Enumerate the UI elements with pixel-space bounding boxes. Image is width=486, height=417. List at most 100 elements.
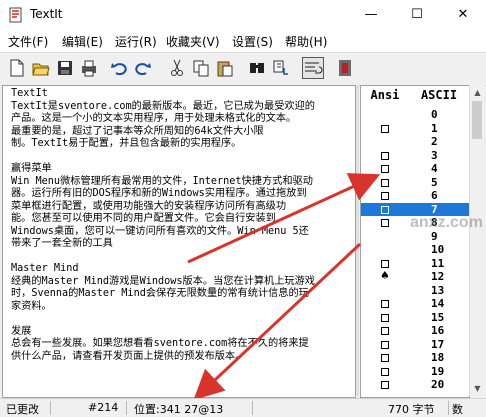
charmap-row[interactable]: 10 <box>361 243 469 256</box>
close-button[interactable]: ✕ <box>440 0 486 30</box>
editor-line[interactable]: Windows桌面，您可以一键访问所有喜欢的文件。Win Menu 5还 <box>11 226 351 239</box>
ansi-glyph-box-icon <box>381 259 389 268</box>
menu-help[interactable]: 帮助(H) <box>285 33 327 50</box>
editor-line[interactable]: TextIt <box>11 88 351 101</box>
title-bar: TextIt — ☐ ✕ <box>0 0 486 31</box>
editor-line[interactable]: 菜单框进行配置，或使用功能强大的安装程序访问所有高级功 <box>11 201 351 214</box>
charmap-row[interactable]: 6 <box>361 189 469 202</box>
charmap-row[interactable]: 0 <box>361 108 469 121</box>
new-file-icon[interactable] <box>8 59 26 77</box>
editor-line[interactable]: Master Mind <box>11 263 351 276</box>
ascii-code: 1 <box>431 121 438 135</box>
ascii-code: 0 <box>431 108 438 121</box>
charmap-row[interactable]: 2 <box>361 135 469 148</box>
copy-icon[interactable] <box>192 59 210 77</box>
editor-line[interactable]: 发展 <box>11 326 351 339</box>
status-position: 位置:341 27@13 <box>134 403 224 416</box>
ascii-code: 6 <box>431 189 438 202</box>
charmap-row[interactable]: 3 <box>361 149 469 162</box>
editor-line[interactable]: 经典的Master Mind游戏是Windows版本。当您在计算机上玩游戏 <box>11 276 351 289</box>
editor-line[interactable]: TextIt是sventore.com的最新版本。最近，它已成为最受欢迎的 <box>11 101 351 114</box>
charmap-row[interactable]: ♠ 12 <box>361 269 469 283</box>
cut-icon[interactable] <box>168 59 186 77</box>
ascii-code: 18 <box>431 351 445 364</box>
ansi-glyph-box-icon <box>381 340 389 349</box>
maximize-button[interactable]: ☐ <box>394 0 440 30</box>
ansi-glyph-box-icon <box>381 124 389 133</box>
menu-favorites[interactable]: 收藏夹(V) <box>166 33 220 50</box>
text-editor[interactable]: TextIt TextIt是sventore.com的最新版本。最近，它已成为最受… <box>2 85 356 398</box>
editor-line[interactable]: 供什么产品，请查看开发页面上提供的预发布版本。 <box>11 351 351 364</box>
ascii-column-header[interactable]: ASCII <box>411 88 467 104</box>
charmap-row[interactable]: 18 <box>361 351 469 364</box>
paste-icon[interactable] <box>216 59 234 77</box>
ascii-code: 3 <box>431 148 438 162</box>
ascii-code: 5 <box>431 175 438 189</box>
ansi-column-header[interactable]: Ansi <box>365 88 405 104</box>
ascii-code: 19 <box>431 364 445 378</box>
editor-line[interactable] <box>11 151 351 164</box>
charmap-row[interactable]: 4 <box>361 162 469 175</box>
character-map-panel[interactable]: Ansi ASCII 0 1 2 3 4 5 6 7 8 9 10 11 ♠ 12 13 14 15 16 17 18… <box>360 85 470 398</box>
editor-line[interactable]: 最重要的是，超过了记事本等众所周知的64k文件大小限 <box>11 126 351 139</box>
charmap-row[interactable]: 5 <box>361 176 469 189</box>
undo-icon[interactable] <box>110 59 128 77</box>
status-index: #214 <box>88 401 119 414</box>
print-icon[interactable] <box>80 59 98 77</box>
charmap-row[interactable]: 20 <box>361 378 469 391</box>
ansi-glyph-box-icon <box>381 381 389 389</box>
redo-icon[interactable] <box>134 59 152 77</box>
exit-icon[interactable] <box>336 59 354 77</box>
word-wrap-icon[interactable] <box>302 57 324 79</box>
ansi-glyph-box-icon <box>381 354 389 362</box>
ascii-code: 4 <box>431 162 438 175</box>
editor-line[interactable]: 家资料。 <box>11 301 351 314</box>
menu-settings[interactable]: 设置(S) <box>232 33 273 50</box>
replace-icon[interactable] <box>272 59 290 77</box>
editor-line[interactable]: 时，Svenna的Master Mind会保存无限数量的常有统计信息的玩 <box>11 288 351 301</box>
ascii-code: 10 <box>431 243 445 256</box>
character-map-scrollbar[interactable]: ▲ ▼ <box>469 85 485 396</box>
ansi-glyph-box-icon <box>381 313 389 322</box>
minimize-button[interactable]: — <box>348 0 394 30</box>
scroll-up-icon[interactable]: ▲ <box>470 85 485 100</box>
menu-bar: 文件(F) 编辑(E) 运行(R) 收藏夹(V) 设置(S) 帮助(H) <box>0 30 486 52</box>
find-icon[interactable] <box>248 59 266 77</box>
charmap-row[interactable]: 17 <box>361 338 469 351</box>
status-size: 770 字节 <box>388 403 435 416</box>
panel-splitter[interactable] <box>356 85 359 396</box>
editor-line[interactable]: 能。您甚至可以使用不同的用户配置文件。它会自行安装到 <box>11 213 351 226</box>
editor-line[interactable]: Win Menu微标管理所有最常用的文件，Internet快捷方式和驱动 <box>11 176 351 189</box>
editor-line[interactable]: 总会有一些发展。如果您想看看sventore.com将在不久的将来提 <box>11 338 351 351</box>
editor-content[interactable]: TextIt TextIt是sventore.com的最新版本。最近，它已成为最受… <box>11 88 351 363</box>
menu-run[interactable]: 运行(R) <box>115 33 157 50</box>
charmap-row[interactable]: 13 <box>361 284 469 297</box>
scroll-down-icon[interactable]: ▼ <box>470 381 485 396</box>
scrollbar-thumb[interactable] <box>472 101 482 139</box>
charmap-row[interactable]: 1 <box>361 122 469 135</box>
editor-line[interactable]: 产品。这是一个小的文本实用程序，用于处理未格式化的文本。 <box>11 113 351 126</box>
menu-edit[interactable]: 编辑(E) <box>62 33 103 50</box>
charmap-row[interactable]: 15 <box>361 311 469 324</box>
ascii-code: 11 <box>431 256 445 270</box>
status-extra: 数 <box>452 403 463 416</box>
charmap-row[interactable]: 14 <box>361 297 469 310</box>
menu-file[interactable]: 文件(F) <box>8 33 48 50</box>
ansi-glyph-box-icon <box>381 300 389 308</box>
ascii-code: 15 <box>431 310 445 324</box>
editor-line[interactable] <box>11 251 351 264</box>
charmap-row[interactable]: 16 <box>361 324 469 337</box>
charmap-row[interactable]: 11 <box>361 257 469 270</box>
editor-line[interactable] <box>11 313 351 326</box>
editor-line[interactable]: 制。TextIt易于配置，并且包含最新的实用程序。 <box>11 138 351 151</box>
status-bar: 已更改 #214 位置:341 27@13 770 字节 数 <box>0 398 486 417</box>
charmap-row[interactable]: 19 <box>361 365 469 378</box>
ascii-code: 2 <box>431 135 438 148</box>
editor-line[interactable]: 赢得菜单 <box>11 163 351 176</box>
ascii-code: 20 <box>431 378 445 391</box>
open-folder-icon[interactable] <box>32 59 50 77</box>
editor-line[interactable]: 带来了一套全新的工具 <box>11 238 351 251</box>
editor-line[interactable]: 器。运行所有旧的DOS程序和新的Windows实用程序。通过拖放到 <box>11 188 351 201</box>
save-icon[interactable] <box>56 59 74 77</box>
toolbar <box>0 52 486 86</box>
